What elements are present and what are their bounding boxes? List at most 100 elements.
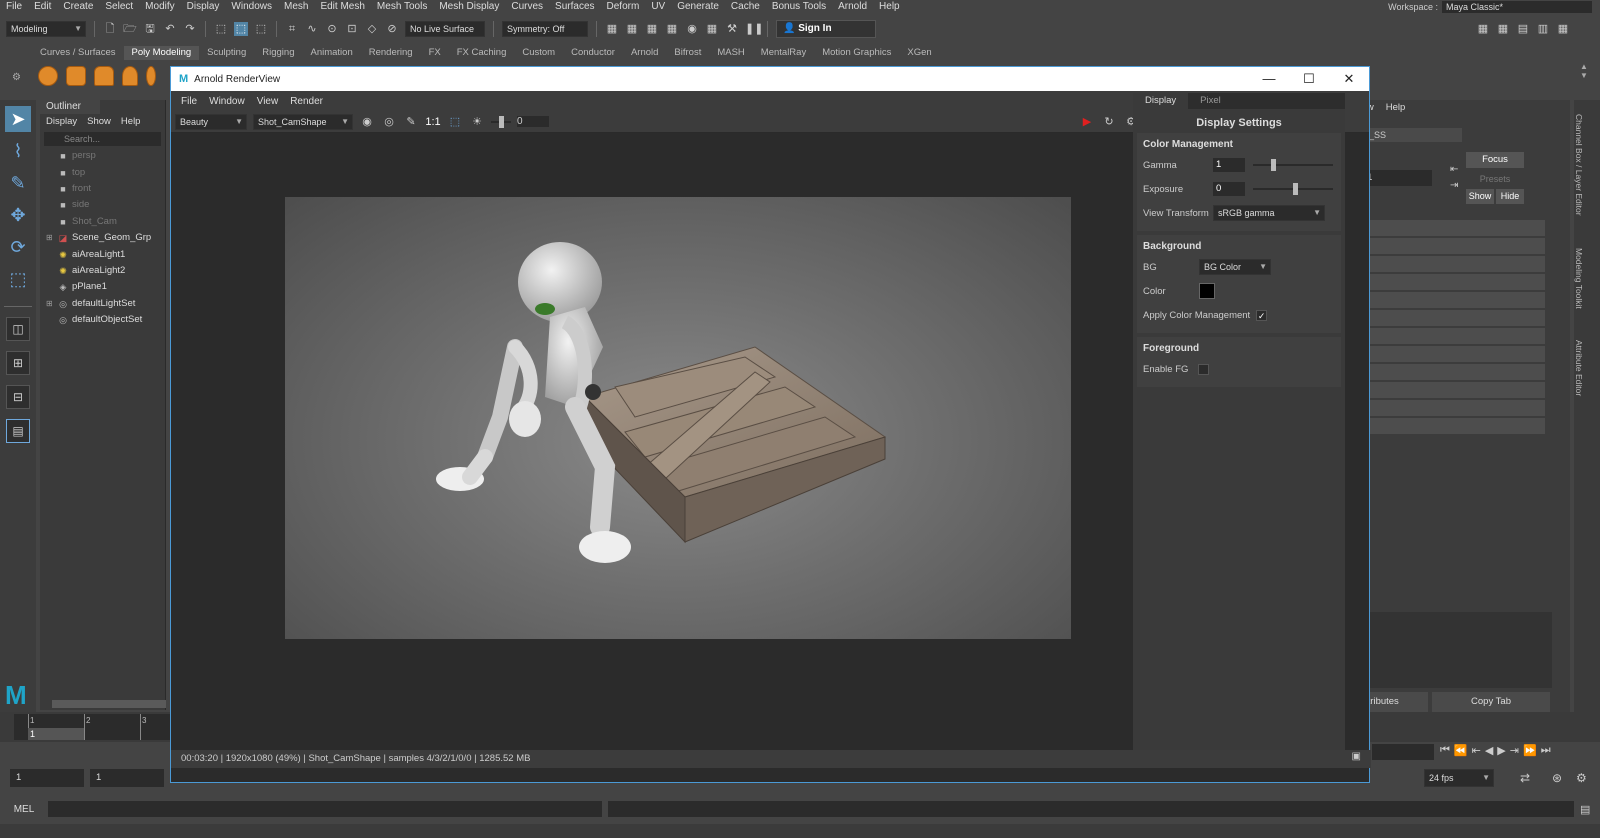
outliner-item[interactable]: ✺ aiAreaLight1 — [40, 246, 165, 262]
shelf-tab-conductor[interactable]: Conductor — [563, 46, 623, 60]
outliner-item[interactable]: ■ front — [40, 181, 165, 197]
attribute-editor-menu-help[interactable]: Help — [1386, 100, 1406, 116]
outliner-item[interactable]: ◎ defaultObjectSet — [40, 312, 165, 328]
outliner-scrollbar[interactable] — [52, 700, 166, 708]
attribute-row[interactable] — [1342, 256, 1545, 272]
loop-icon[interactable]: ⇄ — [1520, 771, 1530, 785]
outliner-item[interactable]: ■ persp — [40, 148, 165, 164]
attribute-row[interactable] — [1342, 346, 1545, 362]
shelf-scroll-arrows-icon[interactable]: ▲ ▼ — [1580, 62, 1588, 80]
render-frame-icon[interactable]: ▦ — [625, 22, 639, 36]
snapshot-icon[interactable]: ▣ — [1352, 751, 1361, 762]
enable-fg-checkbox[interactable] — [1198, 363, 1210, 375]
paint-select-icon[interactable]: ✎ — [5, 170, 31, 196]
lasso-tool-icon[interactable]: ⌇ — [5, 138, 31, 164]
script-language-toggle[interactable]: MEL — [0, 804, 48, 815]
menu-item-arnold[interactable]: Arnold — [832, 1, 873, 12]
snap-view-icon[interactable]: ⊡ — [345, 22, 359, 36]
fps-dropdown[interactable]: 24 fps ▼ — [1424, 769, 1494, 787]
menu-item-generate[interactable]: Generate — [671, 1, 725, 12]
ipr-render-icon[interactable]: ▦ — [645, 22, 659, 36]
shelf-tab-poly-modeling[interactable]: Poly Modeling — [123, 46, 200, 60]
menu-item-display[interactable]: Display — [181, 1, 226, 12]
exposure-slider[interactable] — [491, 115, 511, 128]
show-button[interactable]: Show — [1466, 189, 1494, 204]
render-settings-icon[interactable]: ▦ — [665, 22, 679, 36]
select-hierarchy-icon[interactable]: ⬚ — [214, 22, 228, 36]
make-live-icon[interactable]: ⊘ — [385, 22, 399, 36]
step-forward-key-icon[interactable]: ⏩ — [1523, 744, 1537, 757]
scale-tool-icon[interactable]: ⬚ — [5, 266, 31, 292]
attribute-row[interactable] — [1342, 400, 1545, 416]
outliner-menu-help[interactable]: Help — [121, 114, 141, 130]
menu-item-curves[interactable]: Curves — [505, 1, 549, 12]
sign-in-button[interactable]: 👤 Sign In — [776, 20, 876, 38]
shelf-settings-icon[interactable]: ⚙ — [12, 72, 21, 83]
live-surface-field[interactable]: No Live Surface — [405, 21, 485, 37]
pause-icon[interactable]: ❚❚ — [745, 22, 763, 36]
expand-icon[interactable]: ⊞ — [46, 296, 56, 312]
arnold-ipr-icon[interactable]: ⚒ — [725, 22, 739, 36]
snap-curve-icon[interactable]: ∿ — [305, 22, 319, 36]
poly-cube-icon[interactable] — [66, 66, 86, 86]
poly-cylinder-icon[interactable] — [94, 66, 114, 86]
close-icon[interactable]: ✕ — [1329, 71, 1369, 87]
poly-sphere-icon[interactable] — [38, 66, 58, 86]
shelf-tab-mentalray[interactable]: MentalRay — [753, 46, 814, 60]
hypershade-icon[interactable]: ◉ — [685, 22, 699, 36]
channel-display-icon[interactable]: ◉ — [359, 115, 375, 128]
attribute-editor-toggle-icon[interactable]: ▤ — [1516, 22, 1530, 36]
outliner-layout-icon[interactable]: ▤ — [6, 419, 30, 443]
four-pane-layout-icon[interactable]: ⊞ — [6, 351, 30, 375]
shelf-tab-arnold[interactable]: Arnold — [623, 46, 666, 60]
renderview-menu-render[interactable]: Render — [284, 96, 329, 107]
select-object-icon[interactable]: ⬚ — [234, 22, 248, 36]
go-to-start-icon[interactable]: ⏮ — [1440, 744, 1450, 757]
single-pane-layout-icon[interactable]: ◫ — [6, 317, 30, 341]
channel-box-icon[interactable]: ▦ — [1556, 22, 1570, 36]
step-back-key-icon[interactable]: ⏪ — [1454, 744, 1468, 757]
exposure-field[interactable]: 0 — [1213, 182, 1245, 196]
save-scene-icon[interactable]: 🖫 — [143, 22, 157, 36]
attribute-row[interactable] — [1342, 382, 1545, 398]
slider-knob[interactable] — [1293, 183, 1298, 195]
attribute-row[interactable] — [1342, 238, 1545, 254]
menu-item-file[interactable]: File — [0, 1, 28, 12]
shelf-tab-custom[interactable]: Custom — [514, 46, 563, 60]
exposure-slider[interactable] — [1253, 183, 1333, 195]
outliner-item[interactable]: ⊞ ◪ Scene_Geom_Grp — [40, 230, 165, 246]
menu-item-edit[interactable]: Edit — [28, 1, 57, 12]
renderview-menu-view[interactable]: View — [251, 96, 285, 107]
zoom-ratio[interactable]: 1:1 — [425, 116, 441, 128]
attribute-row[interactable] — [1342, 292, 1545, 308]
render-history-icon[interactable]: ▦ — [605, 22, 619, 36]
outliner-item[interactable]: ■ Shot_Cam — [40, 214, 165, 230]
preferences-icon[interactable]: ⚙ — [1576, 771, 1587, 785]
copy-tab-button[interactable]: Copy Tab — [1432, 692, 1550, 712]
shelf-tab-fx-caching[interactable]: FX Caching — [449, 46, 515, 60]
menu-item-bonus-tools[interactable]: Bonus Tools — [766, 1, 832, 12]
new-scene-icon[interactable]: 🗋 — [103, 22, 117, 36]
menu-item-surfaces[interactable]: Surfaces — [549, 1, 600, 12]
character-controls-icon[interactable]: ▦ — [1496, 22, 1510, 36]
command-input[interactable] — [48, 801, 602, 817]
two-pane-layout-icon[interactable]: ⊟ — [6, 385, 30, 409]
camera-dropdown[interactable]: Shot_CamShape ▼ — [253, 113, 353, 130]
snap-grid-icon[interactable]: ⌗ — [285, 22, 299, 36]
playback-start-field[interactable]: 1 — [90, 769, 164, 787]
attribute-row[interactable] — [1342, 274, 1545, 290]
attribute-row[interactable] — [1342, 328, 1545, 344]
shelf-tab-curves-surfaces[interactable]: Curves / Surfaces — [32, 46, 124, 60]
tool-settings-icon[interactable]: ▥ — [1536, 22, 1550, 36]
shelf-tab-bifrost[interactable]: Bifrost — [666, 46, 709, 60]
open-scene-icon[interactable]: 🗁 — [123, 22, 137, 36]
play-forward-icon[interactable]: ▶ — [1497, 744, 1505, 757]
current-frame-marker[interactable]: 1 — [28, 728, 84, 740]
bg-dropdown[interactable]: BG Color ▼ — [1199, 259, 1271, 275]
move-tool-icon[interactable]: ✥ — [5, 202, 31, 228]
menu-set-dropdown[interactable]: Modeling ▼ — [6, 21, 86, 37]
modeling-toolkit-icon[interactable]: ▦ — [1476, 22, 1490, 36]
side-tab-attribute-editor[interactable]: Attribute Editor — [1574, 334, 1584, 402]
slider-knob[interactable] — [499, 115, 504, 128]
shelf-tab-rendering[interactable]: Rendering — [361, 46, 421, 60]
